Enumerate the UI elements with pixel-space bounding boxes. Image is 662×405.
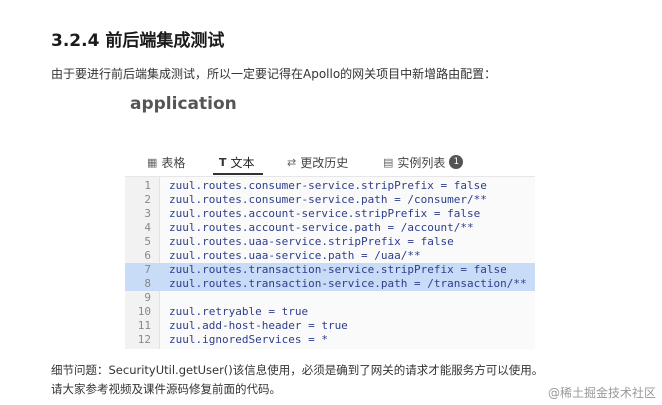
tab-label: 实例列表 [397, 155, 446, 170]
instances-icon: ▤ [383, 155, 394, 169]
code-editor[interactable]: 1 zuul.routes.consumer-service.stripPrefi… [125, 176, 535, 349]
watermark: @稀土掘金技术社区 [547, 386, 656, 400]
footnote-line-1: 细节问题：SecurityUtil.getUser()该信息使用，必须是确到了网… [51, 363, 544, 377]
code-line: 10 zuul.retryable = true [137, 305, 309, 318]
tab-instances[interactable]: ▤ 实例列表 1 [383, 151, 464, 173]
tab-table[interactable]: ▦ 表格 [147, 151, 185, 173]
footnote-line-2: 请大家参考视频及课件源码修复前面的代码。 [51, 382, 281, 396]
code-line: 3 zuul.routes.account-service.stripPrefix… [144, 207, 481, 220]
code-line: 9 [144, 291, 151, 304]
intro-paragraph: 由于要进行前后端集成测试，所以一定要记得在Apollo的网关项目中新增路由配置： [51, 67, 497, 81]
code-line: 1 zuul.routes.consumer-service.stripPrefi… [144, 179, 487, 192]
section-heading: 3.2.4 前后端集成测试 [51, 31, 225, 51]
code-line-selected: 8 zuul.routes.transaction-service.path = … [125, 277, 535, 291]
code-line: 2 zuul.routes.consumer-service.path = /co… [144, 193, 487, 206]
tab-text[interactable]: T 文本 [213, 151, 262, 175]
code-line: 5 zuul.routes.uaa-service.stripPrefix = f… [144, 235, 454, 248]
apollo-config-panel: application ▦ 表格 T 文本 ⇄ 更改历史 ▤ 实例列表 1 1z… [125, 88, 535, 356]
code-line-selected: 7 zuul.routes.transaction-service.stripPr… [125, 263, 535, 277]
namespace-title: application [130, 94, 237, 114]
view-tabs: ▦ 表格 T 文本 ⇄ 更改历史 ▤ 实例列表 1 [125, 151, 535, 175]
history-icon: ⇄ [287, 155, 297, 169]
tab-label: 文本 [230, 155, 255, 170]
table-icon: ▦ [147, 155, 158, 169]
text-icon: T [219, 155, 227, 169]
code-line: 12 zuul.ignoredServices = * [137, 333, 328, 346]
code-line: 11 zuul.add-host-header = true [137, 319, 348, 332]
tab-label: 更改历史 [300, 155, 349, 170]
instance-count-badge: 1 [449, 155, 464, 169]
tab-label: 表格 [161, 155, 186, 170]
tab-history[interactable]: ⇄ 更改历史 [287, 151, 348, 173]
code-line: 4 zuul.routes.account-service.path = /acc… [144, 221, 474, 234]
code-line: 6 zuul.routes.uaa-service.path = /uaa/** [144, 249, 421, 262]
